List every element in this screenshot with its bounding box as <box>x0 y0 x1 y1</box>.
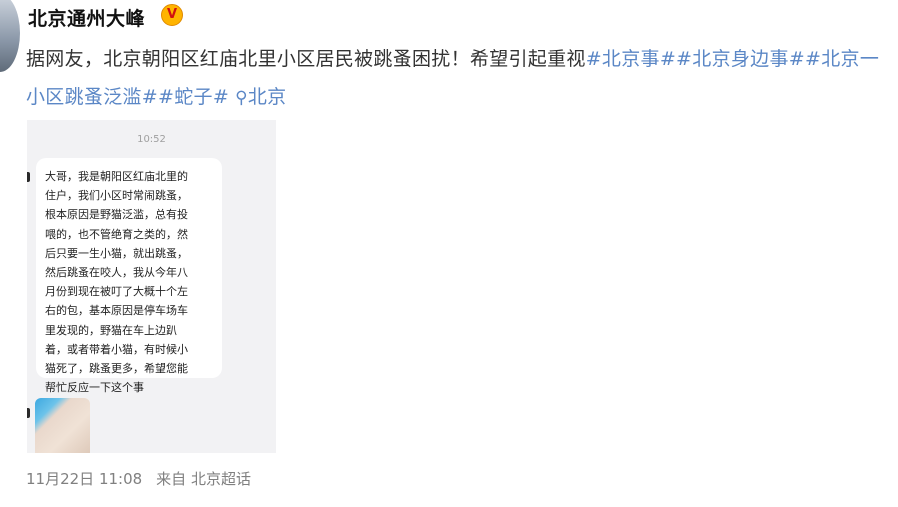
hashtag-snake[interactable]: #蛇子# <box>158 86 229 108</box>
chat-message-bubble: 大哥，我是朝阳区红庙北里的 住户，我们小区时常闹跳蚤， 根本原因是野猫泛滥，总有… <box>36 158 222 394</box>
post-date[interactable]: 11月22日 11:08 <box>26 470 142 488</box>
username[interactable]: 北京通州大峰 <box>28 4 145 31</box>
hashtag-beijing-news[interactable]: #北京事# <box>586 48 676 70</box>
sender-avatar-fragment <box>27 172 30 182</box>
sender-avatar-fragment-2 <box>27 408 30 418</box>
chat-time: 10:52 <box>137 134 166 145</box>
post-source[interactable]: 来自 北京超话 <box>156 470 251 488</box>
location-link[interactable]: 北京 <box>248 86 287 108</box>
post-text: 据网友，北京朝阳区红庙北里小区居民被跳蚤困扰！希望引起重视#北京事##北京身边事… <box>26 40 886 117</box>
location-pin-icon: ⚲ <box>235 88 248 108</box>
verified-badge-icon: V <box>161 4 183 26</box>
post-footer: 11月22日 11:08 来自 北京超话 <box>26 468 265 489</box>
avatar[interactable] <box>0 0 20 72</box>
chat-screenshot-image[interactable]: 10:52 大哥，我是朝阳区红庙北里的 住户，我们小区时常闹跳蚤， 根本原因是野… <box>27 120 276 453</box>
hashtag-beijing-local[interactable]: #北京身边事# <box>676 48 805 70</box>
post-body: 据网友，北京朝阳区红庙北里小区居民被跳蚤困扰！希望引起重视 <box>26 48 586 70</box>
photo-thumbnail <box>35 398 90 453</box>
